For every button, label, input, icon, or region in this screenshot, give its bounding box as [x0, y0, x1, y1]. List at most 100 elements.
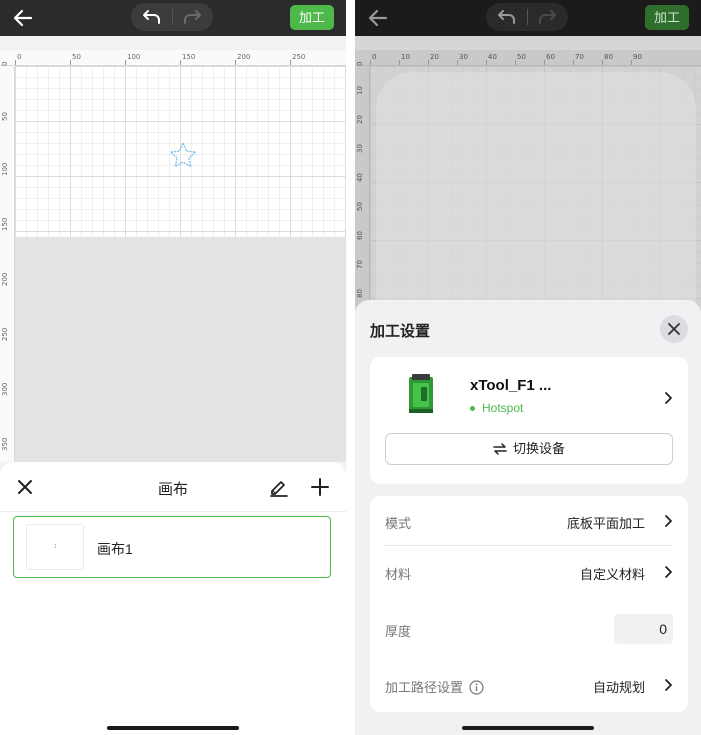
connection-status-text: Hotspot	[482, 401, 524, 415]
ruler-tick-label: 70	[575, 53, 584, 61]
right-screen: 加工 0 10 20 30 40 50 60 70 80 90 0 10 20 30 40 50 60 70 80…	[355, 0, 701, 735]
ruler-tick-label: 10	[401, 53, 410, 61]
undo-redo-divider	[172, 9, 173, 25]
chevron-right-icon	[665, 392, 672, 404]
panel-title: 加工设置	[370, 323, 431, 340]
ruler-horizontal: 0 10 20 30 40 50 60 70 80 90	[355, 50, 701, 66]
ruler-tick-label: 250	[1, 327, 9, 341]
back-arrow-icon[interactable]	[365, 5, 391, 31]
ruler-tick-label: 200	[237, 53, 251, 61]
connection-status: Hotspot	[470, 401, 523, 415]
work-bed-outline	[376, 72, 696, 332]
material-value: 自定义材料	[579, 567, 645, 582]
ruler-tick-label: 40	[488, 53, 497, 61]
ruler-tick-mark	[125, 60, 126, 65]
process-settings-sheet: 加工设置 xTool_F1 ... Hotspot 切换设备 模式 底板平面加工	[355, 300, 701, 735]
ruler-tick-label: 30	[459, 53, 468, 61]
home-indicator	[462, 726, 594, 730]
ruler-tick-mark	[235, 60, 236, 65]
ruler-tick-label: 70	[356, 260, 364, 269]
material-row[interactable]: 材料 自定义材料	[385, 547, 673, 597]
process-button[interactable]: 加工	[645, 5, 689, 30]
info-icon[interactable]	[469, 680, 484, 695]
back-arrow-icon[interactable]	[10, 5, 36, 31]
ruler-tick-label: 20	[430, 53, 439, 61]
ruler-tick-label: 0	[372, 53, 377, 61]
undo-icon[interactable]	[141, 7, 163, 27]
sheet-title: 画布	[157, 481, 188, 498]
redo-icon[interactable]	[536, 7, 558, 27]
ruler-tick-label: 90	[633, 53, 642, 61]
ruler-tick-label: 250	[292, 53, 306, 61]
switch-device-button[interactable]: 切换设备	[385, 433, 673, 465]
canvas-list-item[interactable]: 1 画布1	[13, 516, 331, 578]
left-screen: 加工 0 50 100 150 200 250 0 50 100 150 200 250 300 350…	[0, 0, 346, 735]
thickness-row: 厚度 0	[385, 604, 673, 654]
ruler-tick-mark	[486, 60, 487, 65]
ruler-tick-label: 50	[356, 202, 364, 211]
ruler-tick-label: 20	[356, 115, 364, 124]
ruler-tick-label: 50	[517, 53, 526, 61]
ruler-tick-mark	[180, 60, 181, 65]
thickness-input[interactable]: 0	[614, 614, 673, 644]
canvas-outside-area	[15, 237, 346, 462]
swap-icon	[493, 443, 507, 455]
ruler-tick-label: 0	[1, 61, 9, 66]
switch-device-label: 切换设备	[512, 441, 565, 456]
ruler-tick-label: 40	[356, 173, 364, 182]
ruler-tick-label: 50	[72, 53, 81, 61]
process-button[interactable]: 加工	[290, 5, 334, 30]
ruler-tick-mark	[370, 60, 371, 65]
ruler-tick-mark	[70, 60, 71, 65]
ruler-tick-mark	[602, 60, 603, 65]
ruler-tick-label: 300	[1, 382, 9, 396]
device-name: xTool_F1 ...	[470, 377, 552, 394]
path-setting-label: 加工路径设置	[385, 680, 464, 695]
canvas-workarea[interactable]	[15, 66, 346, 237]
close-icon[interactable]	[660, 315, 688, 343]
canvas-workarea	[370, 66, 701, 332]
ruler-tick-label: 30	[356, 144, 364, 153]
status-dot-icon	[470, 406, 475, 412]
laser-device-icon	[409, 374, 433, 413]
ruler-tick-label: 0	[17, 53, 22, 61]
star-icon[interactable]	[169, 142, 197, 168]
canvas-name: 画布1	[97, 541, 133, 557]
ruler-vertical: 0 50 100 150 200 250 300 350	[0, 62, 15, 462]
ruler-vertical: 0 10 20 30 40 50 60 70 80	[355, 62, 370, 306]
add-canvas-icon[interactable]	[309, 476, 331, 498]
undo-icon[interactable]	[496, 7, 518, 27]
redo-icon[interactable]	[181, 7, 203, 27]
chevron-right-icon	[665, 515, 672, 527]
ruler-horizontal: 0 50 100 150 200 250	[0, 50, 346, 66]
path-setting-value: 自动规划	[592, 680, 645, 695]
chevron-right-icon	[665, 679, 672, 691]
ruler-tick-label: 0	[356, 61, 364, 66]
ruler-tick-label: 150	[1, 217, 9, 231]
ruler-tick-label: 60	[546, 53, 555, 61]
ruler-tick-mark	[15, 60, 16, 65]
chevron-right-icon	[665, 566, 672, 578]
canvas-thumbnail: 1	[26, 524, 84, 570]
undo-redo-divider	[527, 9, 528, 25]
mode-row[interactable]: 模式 底板平面加工	[385, 496, 673, 546]
ruler-tick-mark	[631, 60, 632, 65]
ruler-tick-label: 50	[1, 112, 9, 121]
ruler-tick-label: 150	[182, 53, 196, 61]
ruler-tick-mark	[290, 60, 291, 65]
ruler-tick-label: 100	[127, 53, 141, 61]
ruler-tick-mark	[399, 60, 400, 65]
ruler-tick-label: 200	[1, 272, 9, 286]
ruler-tick-label: 60	[356, 231, 364, 240]
device-card[interactable]: xTool_F1 ... Hotspot 切换设备	[370, 357, 688, 484]
ruler-tick-mark	[573, 60, 574, 65]
thickness-label: 厚度	[385, 624, 412, 639]
mode-value: 底板平面加工	[566, 516, 645, 531]
ruler-tick-label: 100	[1, 162, 9, 176]
ruler-tick-mark	[457, 60, 458, 65]
path-setting-row[interactable]: 加工路径设置 自动规划	[385, 660, 673, 710]
edit-icon[interactable]	[268, 476, 290, 498]
top-toolbar: 加工	[355, 0, 701, 36]
ruler-tick-mark	[515, 60, 516, 65]
ruler-tick-label: 350	[1, 437, 9, 451]
